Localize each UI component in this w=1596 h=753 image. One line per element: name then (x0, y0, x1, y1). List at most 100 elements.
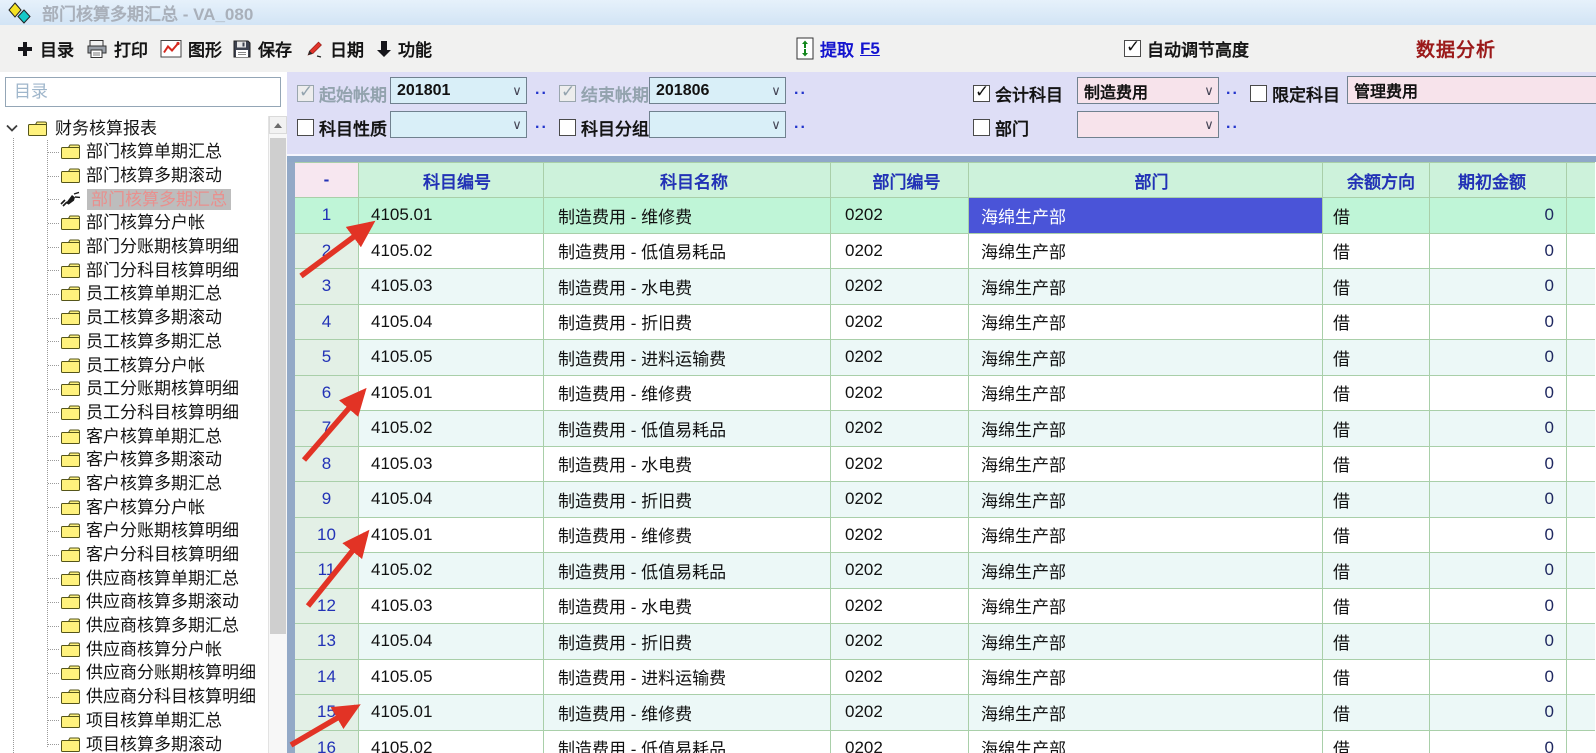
table-cell[interactable]: 0202 (831, 482, 969, 518)
limit-subject-checkbox[interactable] (1250, 85, 1267, 102)
table-cell[interactable]: 借 (1323, 518, 1430, 554)
column-header[interactable] (1567, 162, 1595, 198)
column-header[interactable]: 期初金额 (1430, 162, 1567, 198)
tree-item[interactable]: 员工分科目核算明细 (0, 401, 268, 425)
subject-nature-checkbox[interactable] (297, 119, 314, 136)
tree-search-input[interactable] (5, 77, 281, 107)
table-cell[interactable]: 海绵生产部 (969, 589, 1323, 625)
table-row[interactable]: 64105.01制造费用 - 维修费0202海绵生产部借0 (295, 376, 1596, 412)
table-cell[interactable]: 借 (1323, 731, 1430, 753)
table-cell[interactable]: 4105.04 (359, 624, 544, 660)
auto-height-checkbox[interactable] (1124, 40, 1141, 57)
start-period-select[interactable]: 201801 ∨ (390, 77, 527, 104)
row-number-cell[interactable]: 12 (295, 589, 359, 625)
table-cell[interactable]: 0 (1430, 660, 1567, 696)
table-cell[interactable]: 制造费用 - 折旧费 (544, 305, 831, 341)
table-cell[interactable]: 制造费用 - 进料运输费 (544, 340, 831, 376)
save-button[interactable]: 保存 (232, 25, 292, 72)
table-cell[interactable] (1567, 660, 1595, 696)
table-row[interactable]: 164105.02制造费用 - 低值易耗品0202海绵生产部借0 (295, 731, 1596, 753)
table-cell[interactable]: 4105.03 (359, 447, 544, 483)
function-button[interactable]: 功能 (376, 25, 432, 72)
column-header[interactable]: 科目名称 (544, 162, 831, 198)
subject-nature-select[interactable]: ∨ (390, 111, 527, 138)
end-period-select[interactable]: 201806 ∨ (649, 77, 786, 104)
table-cell[interactable]: 4105.04 (359, 305, 544, 341)
table-cell[interactable]: 制造费用 - 维修费 (544, 198, 831, 234)
row-number-cell[interactable]: 5 (295, 340, 359, 376)
table-cell[interactable]: 0 (1430, 447, 1567, 483)
table-cell[interactable]: 0202 (831, 518, 969, 554)
table-cell[interactable]: 0 (1430, 589, 1567, 625)
table-cell[interactable]: 4105.03 (359, 589, 544, 625)
end-period-checkbox[interactable] (559, 85, 576, 102)
account-subject-browse[interactable]: .. (1226, 81, 1239, 99)
chevron-down-icon[interactable] (6, 124, 20, 132)
start-period-browse[interactable]: .. (535, 81, 548, 99)
table-row[interactable]: 144105.05制造费用 - 进料运输费0202海绵生产部借0 (295, 660, 1596, 696)
table-row[interactable]: 134105.04制造费用 - 折旧费0202海绵生产部借0 (295, 624, 1596, 660)
table-cell[interactable]: 制造费用 - 低值易耗品 (544, 553, 831, 589)
table-row[interactable]: 24105.02制造费用 - 低值易耗品0202海绵生产部借0 (295, 234, 1596, 270)
table-cell[interactable]: 制造费用 - 低值易耗品 (544, 411, 831, 447)
table-cell[interactable]: 0202 (831, 553, 969, 589)
table-cell[interactable]: 海绵生产部 (969, 447, 1323, 483)
table-cell[interactable]: 海绵生产部 (969, 518, 1323, 554)
table-cell[interactable]: 海绵生产部 (969, 731, 1323, 753)
table-cell[interactable]: 海绵生产部 (969, 376, 1323, 412)
table-cell[interactable]: 海绵生产部 (969, 695, 1323, 731)
table-cell[interactable]: 4105.04 (359, 482, 544, 518)
table-cell[interactable]: 4105.01 (359, 695, 544, 731)
table-row[interactable]: 74105.02制造费用 - 低值易耗品0202海绵生产部借0 (295, 411, 1596, 447)
table-cell[interactable]: 借 (1323, 411, 1430, 447)
table-cell[interactable]: 4105.02 (359, 731, 544, 753)
table-cell[interactable]: 0202 (831, 198, 969, 234)
row-number-cell[interactable]: 13 (295, 624, 359, 660)
tree-item-selected[interactable]: 部门核算多期汇总 (0, 187, 268, 211)
table-cell[interactable] (1567, 447, 1595, 483)
department-browse[interactable]: .. (1226, 115, 1239, 133)
table-cell[interactable]: 0202 (831, 305, 969, 341)
tree-scrollbar[interactable] (268, 116, 287, 753)
tree-item[interactable]: 员工核算单期汇总 (0, 282, 268, 306)
table-cell[interactable]: 0 (1430, 411, 1567, 447)
table-cell[interactable]: 4105.02 (359, 411, 544, 447)
table-cell[interactable] (1567, 482, 1595, 518)
table-cell[interactable]: 制造费用 - 水电费 (544, 447, 831, 483)
tree-item[interactable]: 客户核算多期滚动 (0, 448, 268, 472)
start-period-checkbox[interactable] (297, 85, 314, 102)
row-number-cell[interactable]: 11 (295, 553, 359, 589)
scrollbar-thumb[interactable] (270, 138, 286, 634)
tree-item[interactable]: 供应商核算多期滚动 (0, 590, 268, 614)
department-select[interactable]: ∨ (1077, 111, 1219, 138)
column-header[interactable]: 科目编号 (359, 162, 544, 198)
row-number-cell[interactable]: 6 (295, 376, 359, 412)
tree-item[interactable]: 供应商核算多期汇总 (0, 614, 268, 638)
table-cell[interactable] (1567, 376, 1595, 412)
table-cell[interactable]: 4105.03 (359, 269, 544, 305)
table-row[interactable]: 54105.05制造费用 - 进料运输费0202海绵生产部借0 (295, 340, 1596, 376)
table-cell[interactable]: 0 (1430, 731, 1567, 753)
tree-item[interactable]: 部门分科目核算明细 (0, 258, 268, 282)
table-cell[interactable]: 0 (1430, 234, 1567, 270)
column-header[interactable]: 部门 (969, 162, 1323, 198)
tree-item[interactable]: 客户核算分户帐 (0, 495, 268, 519)
tree-item[interactable]: 客户核算单期汇总 (0, 424, 268, 448)
table-cell[interactable]: 4105.01 (359, 376, 544, 412)
table-cell[interactable]: 0202 (831, 624, 969, 660)
table-cell[interactable] (1567, 518, 1595, 554)
subject-group-browse[interactable]: .. (794, 115, 807, 133)
table-cell[interactable]: 0202 (831, 447, 969, 483)
table-cell[interactable]: 借 (1323, 482, 1430, 518)
table-cell[interactable]: 借 (1323, 376, 1430, 412)
window-titlebar[interactable]: 部门核算多期汇总 - VA_080 (0, 0, 1596, 25)
table-cell[interactable]: 海绵生产部 (969, 660, 1323, 696)
extract-button[interactable]: 提取F5 (796, 25, 880, 72)
tree-item[interactable]: 部门核算分户帐 (0, 211, 268, 235)
table-cell[interactable]: 借 (1323, 695, 1430, 731)
table-cell[interactable]: 海绵生产部 (969, 234, 1323, 270)
table-cell[interactable]: 借 (1323, 198, 1430, 234)
table-cell[interactable]: 借 (1323, 553, 1430, 589)
table-cell[interactable]: 0 (1430, 553, 1567, 589)
column-header[interactable]: 余额方向 (1323, 162, 1430, 198)
